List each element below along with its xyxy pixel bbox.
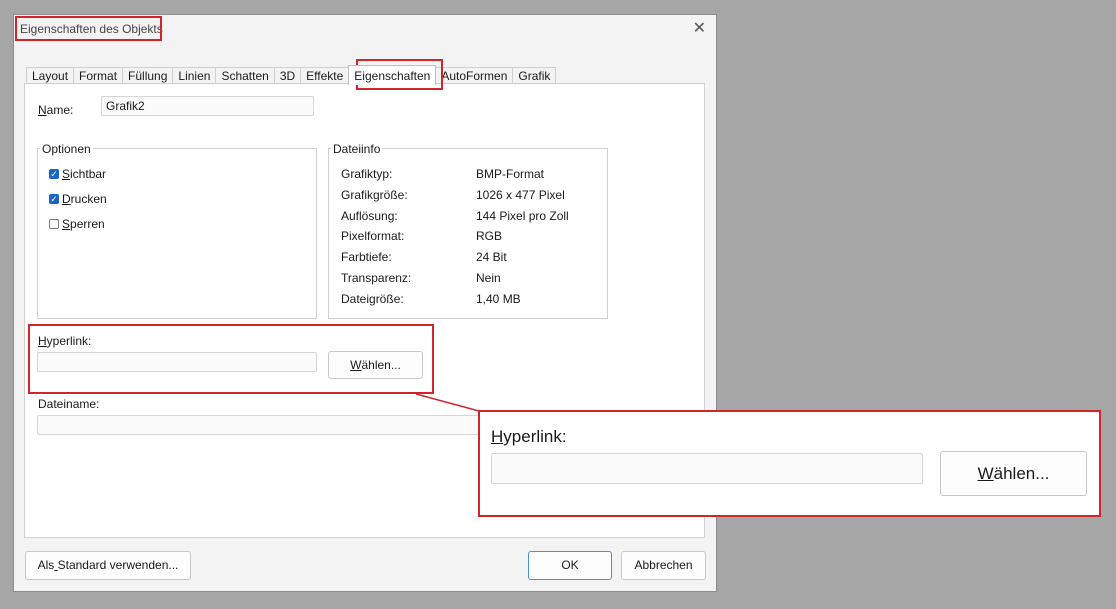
tab-eigenschaften[interactable]: Eigenschaften [348, 65, 437, 85]
zoom-callout: Hyperlink: Wählen... [478, 410, 1101, 517]
zoom-hyperlink-field [491, 453, 923, 484]
callout-connector [415, 393, 480, 412]
zoom-choose-button: Wählen... [940, 451, 1087, 496]
callout-line [415, 393, 480, 412]
zoom-hyperlink-label: Hyperlink: [491, 427, 567, 446]
